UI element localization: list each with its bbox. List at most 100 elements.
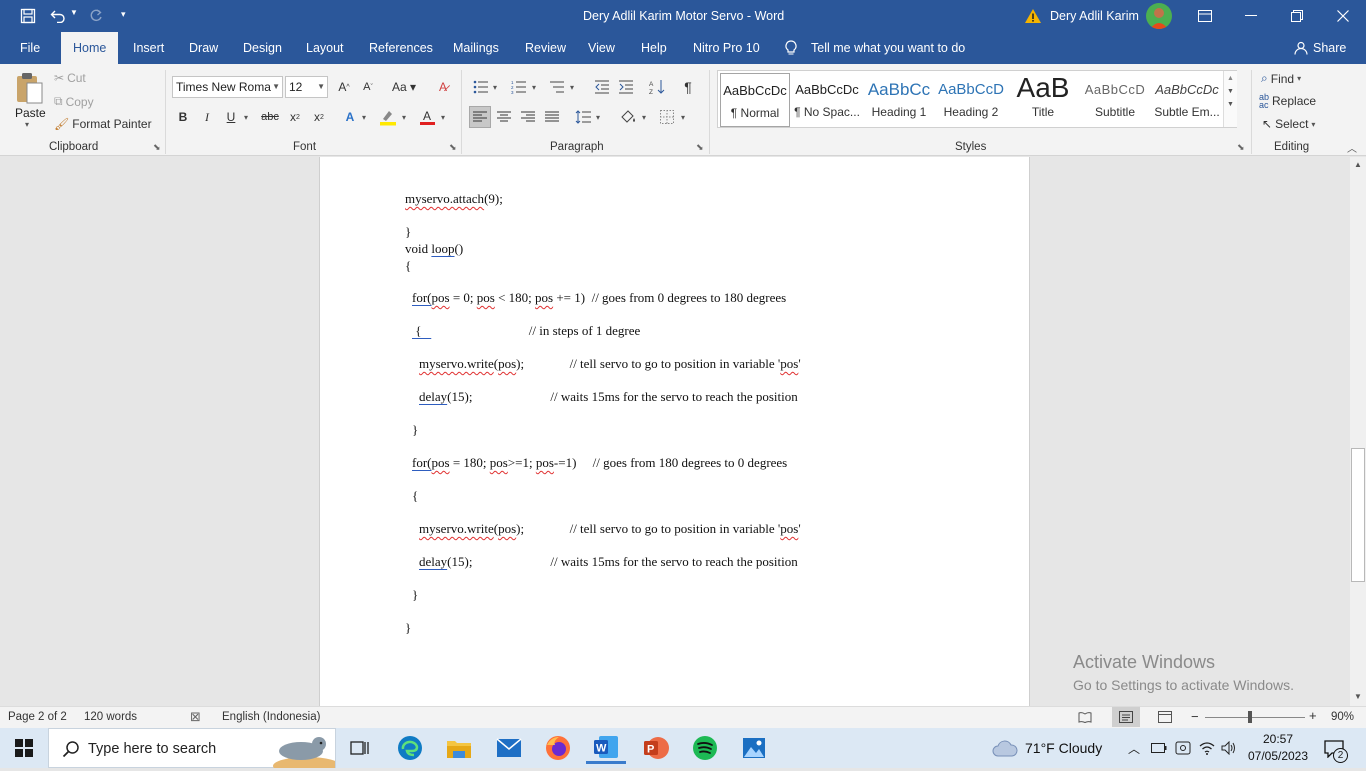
format-painter-button[interactable]: 🖌 Format Painter (54, 117, 152, 131)
align-center-icon[interactable] (493, 106, 515, 128)
italic-icon[interactable]: I (196, 106, 218, 128)
clipboard-launcher-icon[interactable]: ⬊ (153, 142, 161, 153)
highlighter-icon[interactable] (377, 106, 399, 128)
tab-help[interactable]: Help (639, 32, 669, 64)
task-view-icon[interactable] (340, 732, 380, 764)
page-count[interactable]: Page 2 of 2 (8, 711, 67, 723)
align-left-icon[interactable] (469, 106, 491, 128)
zoom-slider-thumb[interactable] (1248, 711, 1252, 723)
user-name[interactable]: Dery Adlil Karim (1050, 9, 1139, 23)
font-name-combo[interactable]: Times New Roma ▼ (172, 76, 283, 98)
replace-button[interactable]: ab ac Replace (1259, 93, 1316, 110)
tab-design[interactable]: Design (241, 32, 284, 64)
find-button[interactable]: ⌕ Find ▾ (1261, 71, 1301, 86)
text-effects-icon[interactable]: A (339, 106, 361, 128)
shrink-font-icon[interactable]: Aˇ (357, 76, 379, 98)
web-layout-icon[interactable] (1156, 709, 1174, 725)
save-icon[interactable] (18, 6, 38, 26)
style-title[interactable]: AaB Title (1008, 73, 1078, 127)
tab-home[interactable]: Home (61, 32, 119, 64)
scroll-thumb[interactable] (1351, 448, 1365, 582)
paste-button[interactable]: Paste (15, 106, 46, 120)
tell-me-search[interactable]: Tell me what you want to do (811, 41, 965, 55)
line-spacing-icon[interactable] (572, 106, 594, 128)
volume-icon[interactable] (1220, 740, 1238, 756)
word-taskbar-icon[interactable]: W (586, 732, 626, 764)
change-case-icon[interactable]: Aa ▾ (388, 76, 420, 98)
chevron-down-icon[interactable]: ▾ (596, 113, 600, 122)
battery-icon[interactable] (1150, 740, 1168, 756)
chevron-down-icon[interactable]: ▾ (570, 83, 574, 92)
restore-icon[interactable] (1286, 6, 1308, 26)
undo-dropdown-icon[interactable]: ▼ (70, 8, 78, 17)
zoom-in-icon[interactable]: + (1309, 708, 1317, 723)
photos-icon[interactable] (734, 732, 774, 764)
decrease-indent-icon[interactable] (591, 76, 613, 98)
document-page[interactable]: myservo.attach(9); } void loop() { for(p… (319, 157, 1030, 706)
windows-start-icon[interactable] (4, 732, 44, 764)
powerpoint-icon[interactable]: P (636, 732, 676, 764)
chevron-down-icon[interactable]: ▾ (441, 113, 445, 122)
chevron-down-icon[interactable]: ▾ (493, 83, 497, 92)
style-normal[interactable]: AaBbCcDc ¶ Normal (720, 73, 790, 127)
style-heading-2[interactable]: AaBbCcD Heading 2 (936, 73, 1006, 127)
copy-button[interactable]: ⧉ Copy (54, 94, 94, 109)
sort-icon[interactable]: AZ (646, 76, 668, 98)
avatar[interactable] (1146, 3, 1172, 29)
chevron-down-icon[interactable]: ▾ (532, 83, 536, 92)
bold-icon[interactable]: B (172, 106, 194, 128)
share-person-icon[interactable] (1293, 40, 1309, 56)
show-formatting-marks-icon[interactable]: ¶ (677, 76, 699, 98)
print-layout-icon[interactable] (1112, 707, 1140, 727)
chevron-down-icon[interactable]: ▾ (244, 113, 248, 122)
chevron-down-icon[interactable]: ▾ (402, 113, 406, 122)
increase-indent-icon[interactable] (615, 76, 637, 98)
font-color-icon[interactable]: A (416, 106, 438, 128)
weather-text[interactable]: 71°F Cloudy (1025, 740, 1102, 756)
paste-dropdown-icon[interactable]: ▾ (25, 120, 29, 129)
tab-draw[interactable]: Draw (187, 32, 220, 64)
grow-font-icon[interactable]: A ^ (333, 76, 355, 98)
clock-date[interactable]: 07/05/2023 (1246, 749, 1310, 763)
tab-references[interactable]: References (367, 32, 435, 64)
clock-time[interactable]: 20:57 (1250, 732, 1306, 746)
font-size-combo[interactable]: 12 ▼ (285, 76, 328, 98)
file-explorer-icon[interactable] (439, 732, 479, 764)
firefox-icon[interactable] (538, 732, 578, 764)
warning-icon[interactable] (1023, 6, 1043, 26)
style-subtle-emphasis[interactable]: AaBbCcDc Subtle Em... (1152, 73, 1222, 127)
tab-review[interactable]: Review (523, 32, 568, 64)
style-heading-1[interactable]: AaBbCc Heading 1 (864, 73, 934, 127)
multilevel-list-icon[interactable] (546, 76, 568, 98)
language[interactable]: English (Indonesia) (222, 711, 320, 723)
numbering-icon[interactable]: 123 (508, 76, 530, 98)
weather-cloud-icon[interactable] (991, 736, 1019, 760)
align-right-icon[interactable] (517, 106, 539, 128)
zoom-level[interactable]: 90% (1331, 711, 1354, 723)
chevron-down-icon[interactable]: ▾ (362, 113, 366, 122)
close-icon[interactable] (1332, 6, 1354, 26)
zoom-out-icon[interactable]: − (1191, 709, 1199, 724)
styles-launcher-icon[interactable]: ⬊ (1237, 142, 1245, 153)
collapse-ribbon-icon[interactable]: ︿ (1347, 140, 1357, 155)
word-count[interactable]: 120 words (84, 711, 137, 723)
tab-layout[interactable]: Layout (304, 32, 346, 64)
zoom-slider[interactable] (1205, 717, 1305, 718)
taskbar-search[interactable]: Type here to search (48, 728, 341, 771)
chevron-down-icon[interactable]: ▾ (642, 113, 646, 122)
clear-formatting-icon[interactable]: A̷ (432, 76, 454, 98)
styles-scroll[interactable]: ▲ ▼ ▼ (1223, 71, 1237, 127)
paste-icon[interactable] (12, 70, 46, 106)
justify-icon[interactable] (541, 106, 563, 128)
subscript-icon[interactable]: x2 (284, 106, 306, 128)
undo-icon[interactable] (48, 6, 68, 26)
tab-insert[interactable]: Insert (131, 32, 166, 64)
proofing-icon[interactable]: ⊠ (190, 709, 201, 725)
style-no-spacing[interactable]: AaBbCcDc ¶ No Spac... (792, 73, 862, 127)
scroll-down-icon[interactable]: ▼ (1354, 692, 1362, 701)
style-subtitle[interactable]: AaBbCcD Subtitle (1080, 73, 1150, 127)
paragraph-launcher-icon[interactable]: ⬊ (696, 142, 704, 153)
read-mode-icon[interactable] (1076, 709, 1094, 725)
tab-mailings[interactable]: Mailings (451, 32, 501, 64)
shading-icon[interactable] (617, 106, 639, 128)
